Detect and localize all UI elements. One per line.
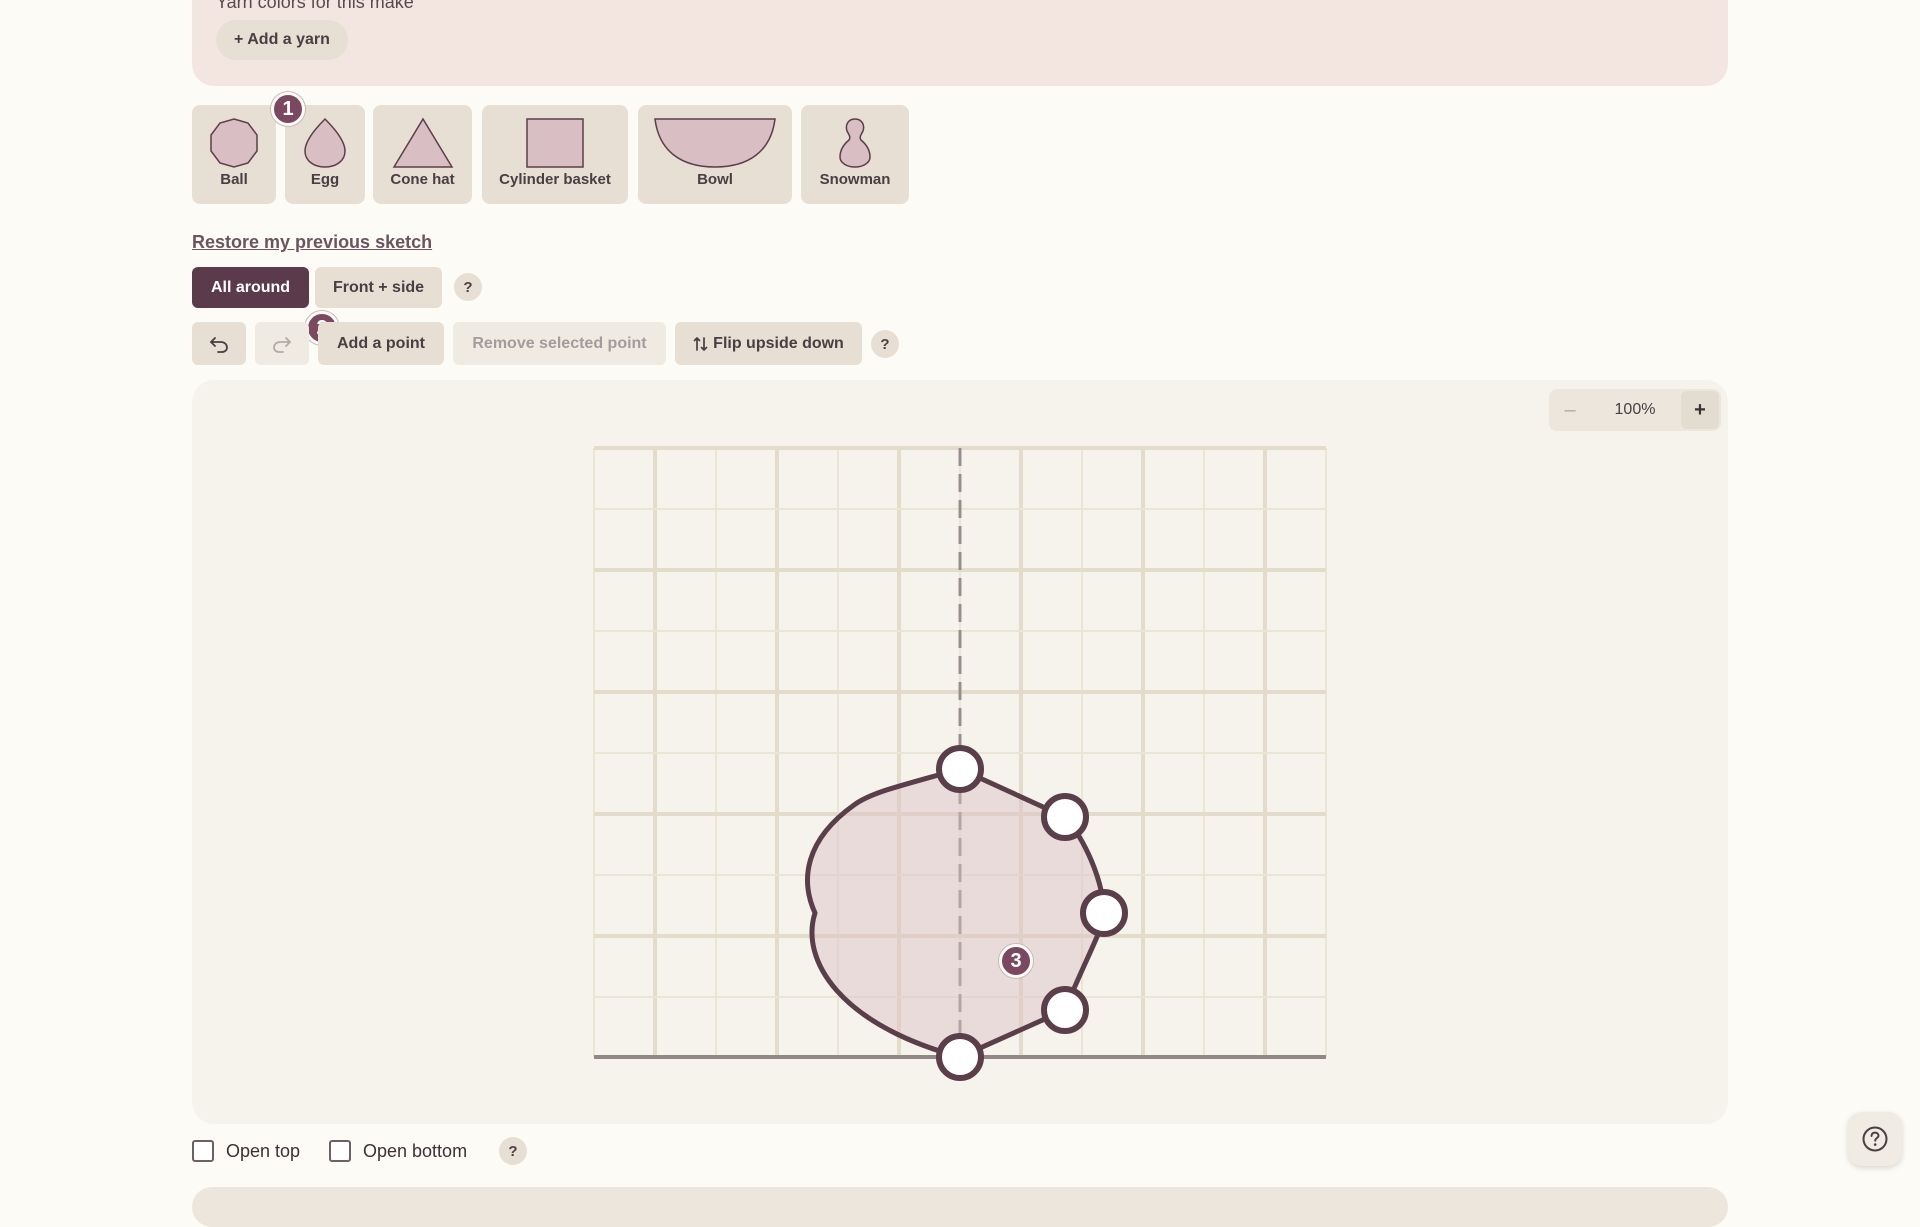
next-section-panel bbox=[192, 1187, 1728, 1227]
help-circle-icon bbox=[1862, 1126, 1888, 1152]
open-options-help-button[interactable]: ? bbox=[499, 1137, 527, 1165]
open-bottom-label: Open bottom bbox=[363, 1140, 468, 1161]
control-point[interactable] bbox=[1041, 986, 1089, 1034]
control-point[interactable] bbox=[936, 1033, 984, 1081]
floating-help-button[interactable] bbox=[1848, 1112, 1902, 1166]
open-top-option[interactable]: Open top bbox=[192, 1138, 300, 1164]
open-top-label: Open top bbox=[226, 1140, 301, 1161]
step-badge-3: 3 bbox=[999, 944, 1033, 978]
control-point[interactable] bbox=[1080, 889, 1128, 937]
open-bottom-checkbox[interactable] bbox=[329, 1140, 351, 1162]
sketch-grid[interactable] bbox=[0, 0, 1920, 1200]
open-bottom-option[interactable]: Open bottom bbox=[329, 1138, 467, 1164]
control-point[interactable] bbox=[1041, 793, 1089, 841]
open-top-checkbox[interactable] bbox=[192, 1140, 214, 1162]
control-point[interactable] bbox=[936, 745, 984, 793]
